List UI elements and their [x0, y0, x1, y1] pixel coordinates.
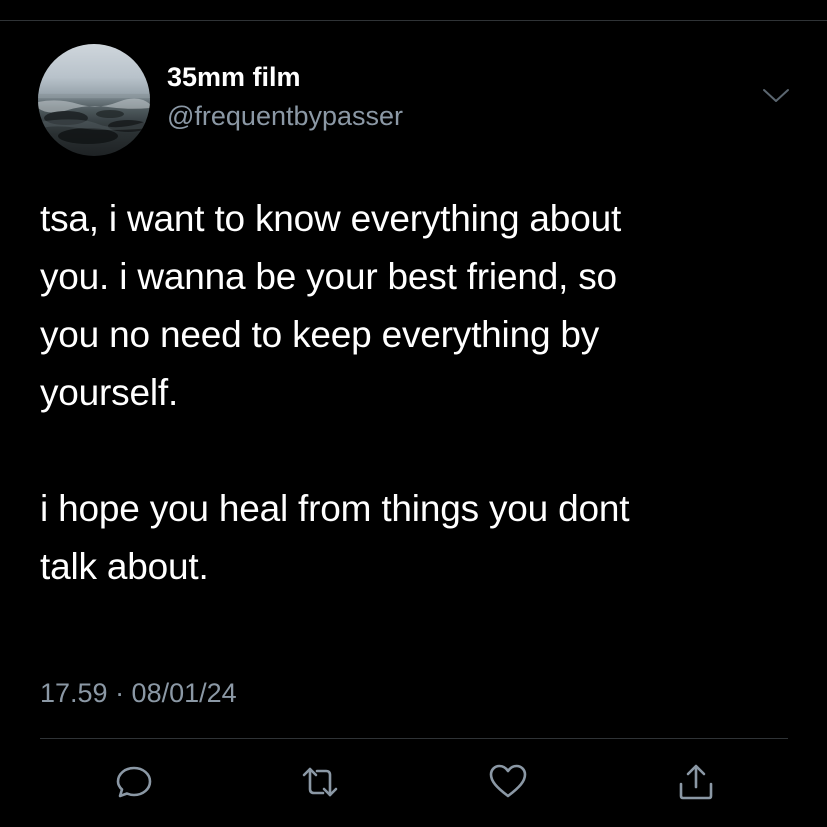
chevron-down-icon[interactable]: [761, 86, 791, 106]
author-handle[interactable]: @frequentbypasser: [167, 99, 403, 133]
top-divider: [0, 20, 827, 21]
like-button[interactable]: [486, 760, 530, 804]
heart-icon: [489, 764, 527, 798]
avatar[interactable]: [38, 44, 150, 156]
actions-divider: [40, 738, 788, 739]
tweet-timestamp[interactable]: 17.59 · 08/01/24: [40, 676, 237, 710]
share-button[interactable]: [674, 760, 718, 804]
author-display-name[interactable]: 35mm film: [167, 60, 301, 94]
tweet-text: tsa, i want to know everything about you…: [40, 198, 630, 587]
share-icon: [679, 764, 713, 800]
reply-button[interactable]: [112, 760, 156, 804]
avatar-photo: [38, 94, 150, 144]
reply-icon: [116, 766, 152, 798]
retweet-icon: [302, 767, 338, 797]
retweet-button[interactable]: [298, 760, 342, 804]
